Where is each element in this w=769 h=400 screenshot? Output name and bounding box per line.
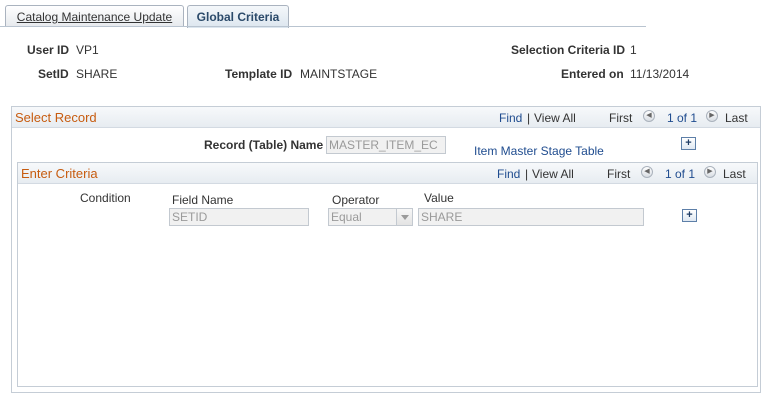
tab-label: Catalog Maintenance Update bbox=[16, 10, 173, 24]
last-label: Last bbox=[725, 111, 748, 125]
find-link[interactable]: Find bbox=[497, 167, 520, 181]
record-description-link[interactable]: Item Master Stage Table bbox=[474, 144, 604, 158]
pager-text: 1 of 1 bbox=[667, 111, 698, 125]
enter-criteria-title: Enter Criteria bbox=[21, 166, 98, 181]
view-all-link[interactable]: View All bbox=[532, 167, 574, 181]
setid-label: SetID bbox=[38, 67, 69, 81]
template-id-value: MAINTSTAGE bbox=[300, 67, 378, 81]
tab-divider bbox=[0, 26, 646, 27]
entered-on-label: Entered on bbox=[561, 67, 624, 81]
add-record-button[interactable]: + bbox=[681, 137, 696, 150]
first-label: First bbox=[609, 111, 633, 125]
operator-select[interactable]: Equal bbox=[328, 208, 413, 226]
value-label: Value bbox=[424, 191, 454, 205]
setid-value: SHARE bbox=[76, 67, 118, 81]
record-name-label: Record (Table) Name bbox=[204, 138, 324, 152]
value-field[interactable]: SHARE bbox=[418, 208, 644, 226]
select-record-header: Select Record Find | View All First ◀ 1 … bbox=[12, 107, 760, 128]
selection-criteria-id-label: Selection Criteria ID bbox=[511, 43, 626, 57]
tab-label: Global Criteria bbox=[196, 10, 280, 24]
condition-label: Condition bbox=[80, 191, 131, 205]
first-label: First bbox=[607, 167, 631, 181]
previous-row-button[interactable]: ◀ bbox=[641, 166, 653, 178]
find-link[interactable]: Find bbox=[499, 111, 522, 125]
field-name-label: Field Name bbox=[172, 193, 234, 207]
previous-row-button[interactable]: ◀ bbox=[643, 110, 655, 122]
operator-label: Operator bbox=[332, 193, 380, 207]
user-id-value: VP1 bbox=[76, 43, 99, 57]
separator: | bbox=[525, 167, 529, 181]
view-all-link[interactable]: View All bbox=[534, 111, 576, 125]
add-criteria-button[interactable]: + bbox=[682, 209, 697, 222]
field-name-field[interactable]: SETID bbox=[169, 208, 309, 226]
operator-value: Equal bbox=[331, 210, 362, 224]
next-row-button[interactable]: ▶ bbox=[706, 110, 718, 122]
user-id-label: User ID bbox=[27, 43, 70, 57]
entered-on-value: 11/13/2014 bbox=[630, 67, 690, 81]
tab-global-criteria[interactable]: Global Criteria bbox=[187, 5, 289, 28]
record-name-field[interactable]: MASTER_ITEM_EC bbox=[326, 136, 446, 154]
tab-catalog-maintenance-update[interactable]: Catalog Maintenance Update bbox=[5, 5, 184, 27]
last-label: Last bbox=[723, 167, 746, 181]
select-record-title: Select Record bbox=[15, 110, 97, 125]
template-id-label: Template ID bbox=[225, 67, 293, 81]
separator: | bbox=[527, 111, 531, 125]
enter-criteria-header: Enter Criteria Find | View All First ◀ 1… bbox=[18, 163, 757, 184]
chevron-down-icon[interactable] bbox=[396, 209, 412, 225]
pager-text: 1 of 1 bbox=[665, 167, 696, 181]
next-row-button[interactable]: ▶ bbox=[704, 166, 716, 178]
selection-criteria-id-value: 1 bbox=[630, 43, 637, 57]
